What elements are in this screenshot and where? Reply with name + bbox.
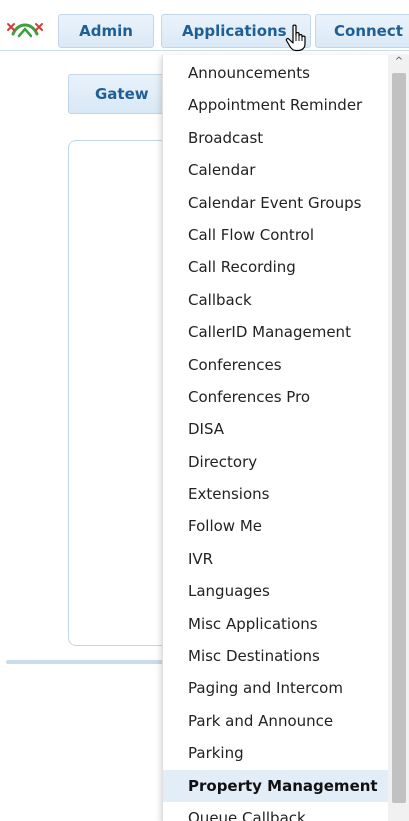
- menu-item[interactable]: Call Recording: [163, 251, 388, 283]
- menu-item[interactable]: Extensions: [163, 478, 388, 510]
- page: Admin Applications Connect Gatew Announc…: [0, 0, 409, 821]
- menu-item[interactable]: Misc Applications: [163, 608, 388, 640]
- menu-item[interactable]: Paging and Intercom: [163, 672, 388, 704]
- top-navbar: Admin Applications Connect: [0, 0, 409, 51]
- menu-item[interactable]: Languages: [163, 575, 388, 607]
- menu-item[interactable]: Calendar: [163, 154, 388, 186]
- applications-menu-list: Announcements Appointment Reminder Broadca…: [163, 57, 388, 821]
- menu-item[interactable]: Appointment Reminder: [163, 89, 388, 121]
- scroll-up-arrow-icon[interactable]: ^: [388, 55, 409, 69]
- menu-item[interactable]: Parking: [163, 737, 388, 769]
- menu-item[interactable]: Park and Announce: [163, 705, 388, 737]
- connectivity-menu-button[interactable]: Connect: [315, 14, 409, 48]
- menu-item[interactable]: Call Flow Control: [163, 219, 388, 251]
- menu-item[interactable]: Broadcast: [163, 122, 388, 154]
- freepbx-logo[interactable]: [6, 18, 44, 40]
- scrollbar-thumb[interactable]: [392, 73, 406, 803]
- admin-menu-button[interactable]: Admin: [58, 14, 154, 48]
- applications-dropdown-menu: Announcements Appointment Reminder Broadca…: [162, 55, 409, 821]
- menu-item[interactable]: Conferences Pro: [163, 381, 388, 413]
- menu-item[interactable]: CallerID Management: [163, 316, 388, 348]
- menu-item[interactable]: Directory: [163, 446, 388, 478]
- hand-pointer-icon: [285, 24, 306, 52]
- menu-item[interactable]: Follow Me: [163, 510, 388, 542]
- menu-item[interactable]: Callback: [163, 284, 388, 316]
- menu-item[interactable]: Calendar Event Groups: [163, 187, 388, 219]
- dropdown-scrollbar[interactable]: ^: [388, 55, 409, 821]
- menu-item[interactable]: DISA: [163, 413, 388, 445]
- menu-item[interactable]: IVR: [163, 543, 388, 575]
- menu-item[interactable]: Misc Destinations: [163, 640, 388, 672]
- menu-item[interactable]: Property Management: [163, 769, 388, 802]
- menu-item[interactable]: Conferences: [163, 349, 388, 381]
- menu-item[interactable]: Announcements: [163, 57, 388, 89]
- menu-item[interactable]: Queue Callback: [163, 802, 388, 821]
